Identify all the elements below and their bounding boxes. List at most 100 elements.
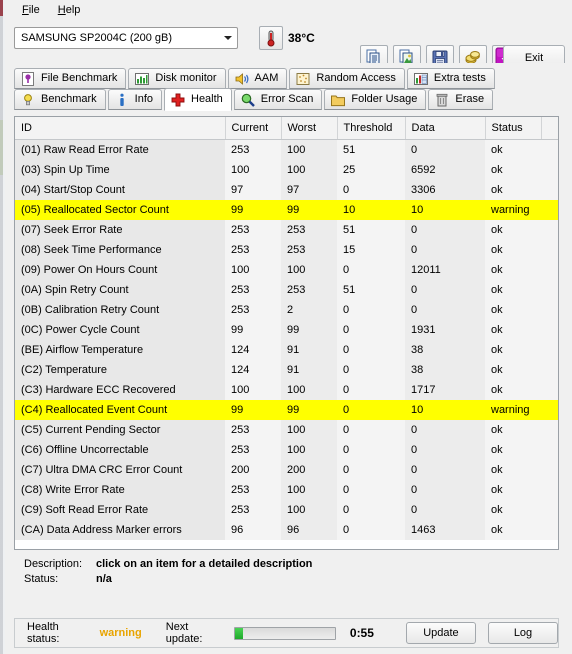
table-row[interactable]: (0B) Calibration Retry Count 253 2 0 0 ok <box>15 300 558 320</box>
cell-threshold: 0 <box>337 480 405 500</box>
cell-status: ok <box>485 260 541 280</box>
cell-data: 10 <box>405 200 485 220</box>
tab-folder-usage[interactable]: Folder Usage <box>324 89 427 110</box>
cell-spacer <box>541 420 558 440</box>
cell-spacer <box>541 240 558 260</box>
next-update-label: Next update: <box>165 621 203 645</box>
tab-random-access[interactable]: Random Access <box>289 68 405 89</box>
table-row[interactable]: (C3) Hardware ECC Recovered 100 100 0 1717 ok <box>15 380 558 400</box>
column-header-threshold[interactable]: Threshold <box>337 117 406 140</box>
chevron-down-icon[interactable] <box>219 28 237 48</box>
cell-id: (C4) Reallocated Event Count <box>15 400 225 420</box>
cell-id: (09) Power On Hours Count <box>15 260 225 280</box>
thermometer-icon[interactable] <box>259 26 283 50</box>
table-row[interactable]: (08) Seek Time Performance 253 253 15 0 ok <box>15 240 558 260</box>
tab-benchmark[interactable]: Benchmark <box>14 89 106 110</box>
magnifier-icon <box>240 92 256 108</box>
cell-spacer <box>541 500 558 520</box>
cell-data: 38 <box>405 360 485 380</box>
cell-current: 200 <box>225 460 281 480</box>
table-row[interactable]: (C4) Reallocated Event Count 99 99 0 10 warni… <box>15 400 558 420</box>
log-button[interactable]: Log <box>487 622 559 644</box>
cell-status: ok <box>485 240 541 260</box>
tab-info[interactable]: Info <box>107 89 162 110</box>
tab-label: Erase <box>455 93 485 105</box>
column-header-worst[interactable]: Worst <box>281 117 338 140</box>
tab-extra-tests[interactable]: Extra tests <box>406 68 495 89</box>
column-header-id[interactable]: ID <box>15 117 226 140</box>
cell-current: 124 <box>225 360 281 380</box>
cell-id: (C7) Ultra DMA CRC Error Count <box>15 460 225 480</box>
table-row[interactable]: (0A) Spin Retry Count 253 253 51 0 ok <box>15 280 558 300</box>
cell-current: 100 <box>225 260 281 280</box>
menu-file-accel: F <box>22 3 29 16</box>
table-row[interactable]: (C5) Current Pending Sector 253 100 0 0 ok <box>15 420 558 440</box>
cell-status: ok <box>485 440 541 460</box>
tab-label: Info <box>134 93 153 105</box>
tab-label: Folder Usage <box>351 93 418 105</box>
cell-worst: 253 <box>281 280 337 300</box>
cell-status: ok <box>485 480 541 500</box>
tab-aam[interactable]: AAM <box>227 68 288 89</box>
cell-spacer <box>541 320 558 340</box>
tab-file-benchmark[interactable]: File Benchmark <box>14 68 127 89</box>
table-row[interactable]: (BE) Airflow Temperature 124 91 0 38 ok <box>15 340 558 360</box>
column-header-spacer <box>541 117 558 140</box>
tab-error-scan[interactable]: Error Scan <box>233 89 323 110</box>
cell-status: ok <box>485 280 541 300</box>
table-row[interactable]: (04) Start/Stop Count 97 97 0 3306 ok <box>15 180 558 200</box>
cell-status: ok <box>485 320 541 340</box>
cell-worst: 91 <box>281 340 337 360</box>
cell-worst: 100 <box>281 500 337 520</box>
menu-item-file[interactable]: File <box>13 2 49 18</box>
cell-status: ok <box>485 139 541 160</box>
cell-worst: 100 <box>281 160 337 180</box>
table-row[interactable]: (C7) Ultra DMA CRC Error Count 200 200 0 0 ok <box>15 460 558 480</box>
tab-label: Error Scan <box>260 93 314 105</box>
cell-id: (0C) Power Cycle Count <box>15 320 225 340</box>
menu-help-rest: elp <box>65 3 81 16</box>
cell-worst: 2 <box>281 300 337 320</box>
cell-current: 253 <box>225 300 281 320</box>
column-header-current[interactable]: Current <box>225 117 282 140</box>
cell-worst: 100 <box>281 440 337 460</box>
tab-disk-monitor[interactable]: Disk monitor <box>128 68 226 89</box>
menu-item-help[interactable]: Help <box>49 2 90 18</box>
table-row[interactable]: (0C) Power Cycle Count 99 99 0 1931 ok <box>15 320 558 340</box>
table-row[interactable]: (C2) Temperature 124 91 0 38 ok <box>15 360 558 380</box>
cell-id: (C3) Hardware ECC Recovered <box>15 380 225 400</box>
table-row[interactable]: (01) Raw Read Error Rate 253 100 51 0 ok <box>15 139 558 160</box>
tab-erase[interactable]: Erase <box>428 89 494 110</box>
cell-threshold: 0 <box>337 500 405 520</box>
cell-current: 100 <box>225 380 281 400</box>
tab-label: AAM <box>254 72 279 84</box>
column-header-status[interactable]: Status <box>485 117 542 140</box>
update-button[interactable]: Update <box>405 622 476 644</box>
table-row[interactable]: (C9) Soft Read Error Rate 253 100 0 0 ok <box>15 500 558 520</box>
cell-status: ok <box>485 360 541 380</box>
cell-threshold: 0 <box>337 440 405 460</box>
table-row[interactable]: (05) Reallocated Sector Count 99 99 10 10 war… <box>15 200 558 220</box>
smart-attributes-panel: ID Current Worst Threshold Data Status (… <box>14 116 559 550</box>
cell-status: ok <box>485 460 541 480</box>
cell-worst: 99 <box>281 400 337 420</box>
table-row[interactable]: (03) Spin Up Time 100 100 25 6592 ok <box>15 160 558 180</box>
menu-help-accel: H <box>57 3 66 16</box>
table-row[interactable]: (07) Seek Error Rate 253 253 51 0 ok <box>15 220 558 240</box>
cell-status: warning <box>485 200 541 220</box>
cell-threshold: 51 <box>337 220 405 240</box>
table-row[interactable]: (C8) Write Error Rate 253 100 0 0 ok <box>15 480 558 500</box>
bar-chart-icon <box>134 71 150 87</box>
drive-select[interactable]: SAMSUNG SP2004C (200 gB) <box>14 27 238 49</box>
tab-health[interactable]: Health <box>164 88 232 111</box>
cell-worst: 97 <box>281 180 337 200</box>
column-header-data[interactable]: Data <box>405 117 486 140</box>
cell-worst: 100 <box>281 420 337 440</box>
cell-worst: 253 <box>281 220 337 240</box>
table-row[interactable]: (09) Power On Hours Count 100 100 0 12011 ok <box>15 260 558 280</box>
table-row[interactable]: (CA) Data Address Marker errors 96 96 0 1463… <box>15 520 558 540</box>
cell-data: 0 <box>405 480 485 500</box>
table-row[interactable]: (C6) Offline Uncorrectable 253 100 0 0 ok <box>15 440 558 460</box>
cell-current: 99 <box>225 320 281 340</box>
extra-tests-icon <box>413 71 429 87</box>
